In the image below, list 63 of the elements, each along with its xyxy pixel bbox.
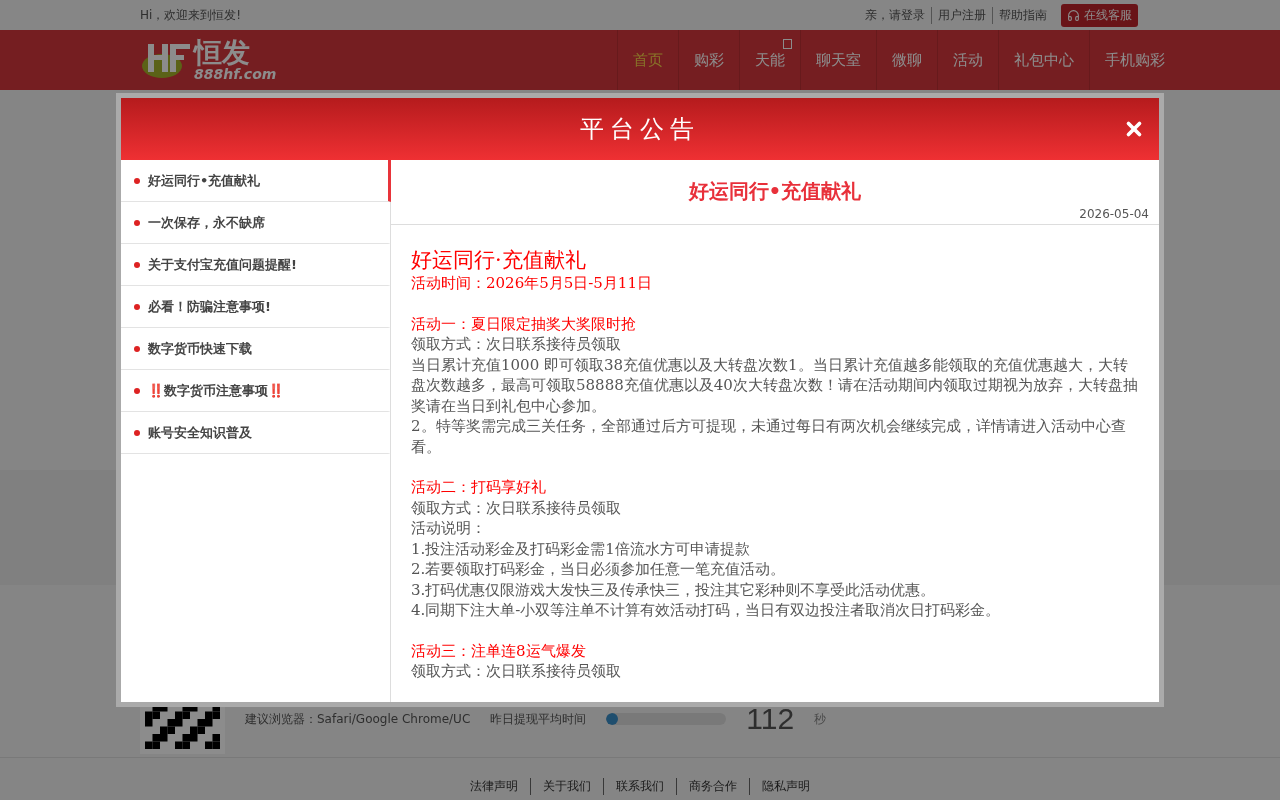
greeting-text: Hi，欢迎来到恒发! [140, 6, 243, 24]
top-link[interactable]: 亲，请登录 [859, 6, 931, 24]
body-text: 领取方式：次日联系接待员领取 [411, 497, 622, 518]
nav-item[interactable]: 礼包中心 [998, 30, 1089, 90]
body-text: 领取方式：次日联系接待员领取 [411, 334, 622, 355]
withdraw-unit: 秒 [814, 710, 827, 728]
article-heading: 好运同行·充值献礼 [411, 247, 587, 273]
article-date: 2026-05-04 [1079, 207, 1149, 221]
highlight-text: 活动三：注单连8运气爆发 [411, 640, 587, 661]
notice-item[interactable]: 好运同行•充值献礼 [121, 160, 391, 202]
withdraw-value: 112 [746, 702, 795, 736]
notice-title: 账号安全知识普及 [148, 423, 252, 442]
notice-title: ‼数字货币注意事项‼ [148, 381, 284, 400]
bullet-icon [134, 177, 140, 184]
notice-title: 关于支付宝充值问题提醒! [148, 255, 297, 274]
notice-item[interactable]: 关于支付宝充值问题提醒! [121, 244, 391, 286]
withdraw-label: 昨日提现平均时间 [490, 710, 587, 728]
footer-link[interactable]: 关于我们 [530, 778, 603, 795]
notice-title: 必看！防骗注意事项! [148, 297, 271, 316]
body-text: 2。特等奖需完成三关任务，全部通过后方可提现，未通过每日有两次机会继续完成，详情请进入活动中心查看。 [411, 416, 1127, 457]
bullet-icon [134, 345, 140, 352]
body-text: 当日累计充值1000 即可领取38充值优惠以及大转盘次数1。当日累计充值越多能领取的充值优惠越大，大转盘次数越多，最高可领取58888充值优惠以及40次大转盘次数！请在活动期间内领取过期视为放弃，大转盘抽奖请在当日到礼包中心参加。 [411, 354, 1139, 416]
body-text: 2.若要领取打码彩金，当日必须参加任意一笔充值活动。 [411, 559, 787, 580]
headset-icon [1067, 8, 1080, 22]
body-text: 1.投注活动彩金及打码彩金需1倍流水方可申请提款 [411, 538, 751, 559]
notice-item[interactable]: 一次保存，永不缺席 [121, 202, 391, 244]
footer-link[interactable]: 隐私声明 [749, 778, 822, 795]
notice-item[interactable]: 账号安全知识普及 [121, 412, 391, 454]
notice-title: 一次保存，永不缺席 [148, 213, 265, 232]
notice-item[interactable]: 数字货币快速下载 [121, 328, 391, 370]
bullet-icon [134, 387, 140, 394]
notice-title: 好运同行•充值献礼 [148, 171, 261, 190]
body-text: 4.同期下注大单-小双等注单不计算有效活动打码，当日有双边投注者取消次日打码彩金。 [411, 600, 1002, 621]
top-link[interactable]: 帮助指南 [992, 6, 1053, 24]
notice-title: 数字货币快速下载 [148, 339, 252, 358]
bullet-icon [134, 303, 140, 310]
nav-item[interactable]: 天能 [739, 30, 800, 90]
nav-item[interactable]: 手机购彩 [1089, 30, 1180, 90]
notice-item[interactable]: 必看！防骗注意事项! [121, 286, 391, 328]
footer-link[interactable]: 商务合作 [676, 778, 749, 795]
nav-item[interactable]: 聊天室 [800, 30, 876, 90]
body-text: 领取方式：次日联系接待员领取 [411, 661, 622, 682]
nav-item[interactable]: 购彩 [678, 30, 739, 90]
logo-domain: 888hf.com [194, 67, 277, 81]
body-text: 3.打码优惠仅限游戏大发快三及传承快三，投注其它彩种则不享受此活动优惠。 [411, 579, 937, 600]
dialog-title: 平台公告 [580, 114, 700, 145]
highlight-text: 活动时间：2026年5月5日-5月11日 [411, 273, 653, 294]
footer-link[interactable]: 联系我们 [603, 778, 676, 795]
footer-link[interactable]: 法律声明 [458, 778, 530, 795]
article-title: 好运同行•充值献礼 [688, 178, 862, 205]
notice-item[interactable]: ‼数字货币注意事项‼ [121, 370, 391, 412]
highlight-text: 活动一：夏日限定抽奖大奖限时抢 [411, 313, 637, 334]
nav-item[interactable]: 活动 [937, 30, 998, 90]
browser-hint: 建议浏览器：Safari/Google Chrome/UC [245, 710, 471, 728]
body-text: 活动说明： [411, 518, 487, 539]
top-link[interactable]: 用户注册 [931, 6, 992, 24]
bullet-icon [134, 261, 140, 268]
service-button[interactable]: 在线客服 [1061, 3, 1138, 27]
bullet-icon [134, 429, 140, 436]
bullet-icon [134, 219, 140, 226]
logo-name: 恒发 [194, 39, 250, 67]
highlight-text: 活动二：打码享好礼 [411, 477, 547, 498]
nav-item[interactable]: 微聊 [876, 30, 937, 90]
